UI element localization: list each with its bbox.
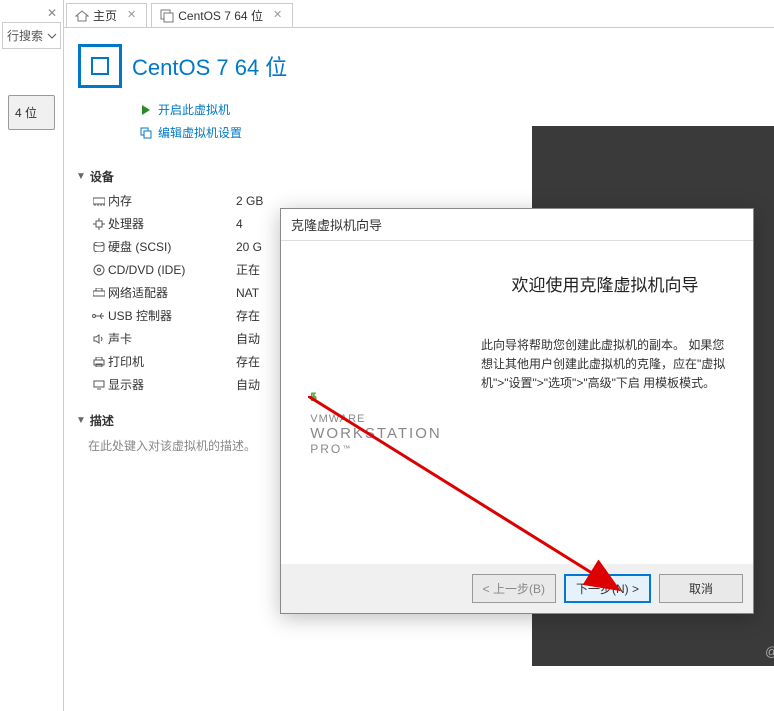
back-button[interactable]: < 上一步(B) — [472, 574, 556, 603]
search-dropdown-icon — [47, 31, 57, 41]
display-icon — [90, 380, 108, 390]
tab-vm[interactable]: CentOS 7 64 位 ✕ — [151, 3, 293, 27]
close-icon[interactable]: ✕ — [273, 10, 282, 21]
tab-bar: 主页 ✕ CentOS 7 64 位 ✕ — [64, 0, 774, 28]
tab-home[interactable]: 主页 ✕ — [66, 3, 147, 27]
disk-icon — [90, 242, 108, 252]
sound-icon — [90, 334, 108, 344]
cd-icon — [90, 264, 108, 276]
power-on-button[interactable]: 开启此虚拟机 — [140, 98, 758, 121]
search-text: 行搜索 — [7, 27, 43, 44]
search-input[interactable]: 行搜索 — [2, 22, 61, 49]
cancel-button[interactable]: 取消 — [659, 574, 743, 603]
play-icon — [140, 104, 152, 116]
next-button[interactable]: 下一步(N) > — [564, 574, 651, 603]
usb-icon — [90, 312, 108, 320]
dialog-title: 克隆虚拟机向导 — [281, 209, 753, 241]
cpu-icon — [90, 218, 108, 230]
brand-version: 15 — [310, 349, 441, 407]
close-icon[interactable]: ✕ — [47, 6, 57, 20]
home-icon — [75, 10, 89, 22]
dialog-brand: 15 VMWARE WORKSTATION PRO™ — [281, 241, 471, 564]
sidebar-item-vm[interactable]: 4 位 — [8, 95, 55, 130]
memory-icon — [90, 196, 108, 206]
watermark: @51CTO博客 — [765, 641, 774, 660]
edit-icon — [140, 127, 152, 139]
network-icon — [90, 288, 108, 298]
chevron-down-icon: ▼ — [76, 171, 86, 182]
vm-large-icon — [78, 44, 122, 88]
vm-icon — [160, 9, 174, 23]
close-icon[interactable]: ✕ — [127, 10, 136, 21]
chevron-down-icon: ▼ — [76, 415, 86, 426]
dialog-footer: < 上一步(B) 下一步(N) > 取消 — [281, 564, 753, 613]
dialog-heading: 欢迎使用克隆虚拟机向导 — [481, 271, 729, 296]
dialog-body-text: 此向导将帮助您创建此虚拟机的副本。 如果您想让其他用户创建此虚拟机的克隆，应在"… — [481, 336, 729, 394]
vm-title: CentOS 7 64 位 — [132, 50, 287, 82]
printer-icon — [90, 357, 108, 367]
library-sidebar: ✕ 行搜索 4 位 — [0, 0, 64, 711]
clone-wizard-dialog: 克隆虚拟机向导 15 VMWARE WORKSTATION PRO™ 欢迎使用克… — [280, 208, 754, 614]
